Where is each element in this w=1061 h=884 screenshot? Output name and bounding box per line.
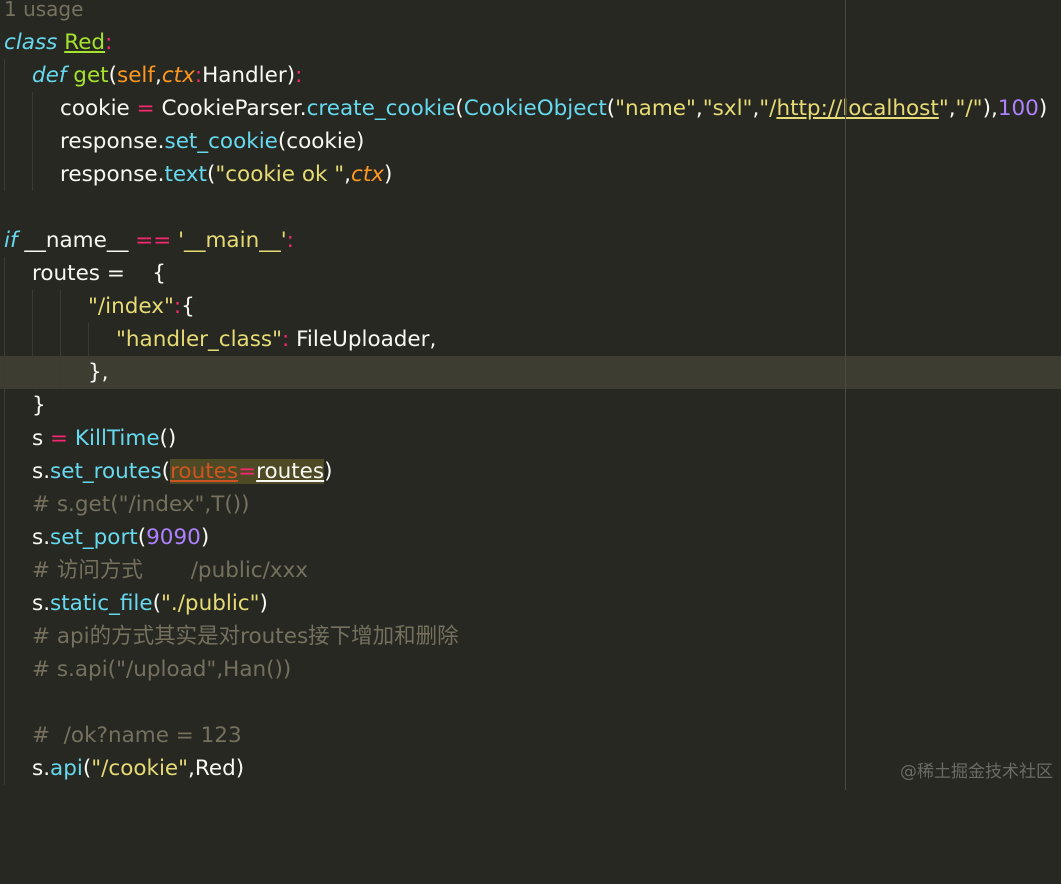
indent-guide — [4, 554, 5, 587]
indent-guide — [4, 356, 5, 389]
indent-guide — [32, 158, 33, 191]
code-line-22[interactable]: # /ok?name = 123 — [0, 719, 1061, 752]
keyword: if — [4, 228, 18, 253]
code-line-17[interactable]: # 访问方式 /public/xxx — [0, 554, 1061, 587]
indent-guide — [4, 653, 5, 686]
indent-guide — [32, 290, 33, 323]
indent-guide — [4, 620, 5, 653]
indent-guide — [4, 587, 5, 620]
code-line-10[interactable]: "handler_class": FileUploader, — [0, 323, 1061, 356]
code-line-15[interactable]: # s.get("/index",T()) — [0, 488, 1061, 521]
code-line-3[interactable]: cookie = CookieParser.create_cookie(Cook… — [0, 92, 1061, 125]
code-line-21[interactable] — [0, 686, 1061, 719]
indent-guide — [4, 323, 5, 356]
code-editor[interactable]: 1 usage class Red: def get(self,ctx:Hand… — [0, 0, 1061, 790]
code-line-2[interactable]: def get(self,ctx:Handler): — [0, 59, 1061, 92]
code-line-18[interactable]: s.static_file("./public") — [0, 587, 1061, 620]
right-margin-guide — [845, 0, 846, 790]
code-line-9[interactable]: "/index":{ — [0, 290, 1061, 323]
code-line-13[interactable]: s = KillTime() — [0, 422, 1061, 455]
class-name[interactable]: Red — [64, 30, 105, 55]
code-line-12[interactable]: } — [0, 389, 1061, 422]
code-line-4[interactable]: response.set_cookie(cookie) — [0, 125, 1061, 158]
code-line-19[interactable]: # api的方式其实是对routes接下增加和删除 — [0, 620, 1061, 653]
keyword: def — [32, 63, 67, 88]
indent-guide — [4, 158, 5, 191]
indent-guide — [4, 488, 5, 521]
indent-guide — [4, 389, 5, 422]
code-line-20[interactable]: # s.api("/upload",Han()) — [0, 653, 1061, 686]
indent-guide — [32, 356, 33, 389]
indent-guide — [4, 257, 5, 290]
indent-guide — [32, 92, 33, 125]
indent-guide — [4, 290, 5, 323]
function-name[interactable]: get — [73, 63, 108, 88]
indent-guide — [4, 752, 5, 785]
code-line-8[interactable]: routes = { — [0, 257, 1061, 290]
highlighted-argument[interactable]: routes=routes — [170, 459, 325, 484]
usage-hint-line: 1 usage — [0, 0, 1061, 26]
indent-guide — [32, 323, 33, 356]
indent-guide — [4, 686, 5, 719]
code-line-11-current[interactable]: }, — [0, 356, 1061, 389]
indent-guide — [4, 422, 5, 455]
code-line-1[interactable]: class Red: — [0, 26, 1061, 59]
indent-guide — [32, 125, 33, 158]
usage-hint[interactable]: 1 usage — [4, 0, 83, 26]
indent-guide — [4, 455, 5, 488]
indent-guide — [4, 719, 5, 752]
code-line-7[interactable]: if __name__ == '__main__': — [0, 224, 1061, 257]
indent-guide — [4, 125, 5, 158]
code-line-14[interactable]: s.set_routes(routes=routes) — [0, 455, 1061, 488]
indent-guide — [60, 356, 61, 389]
keyword: class — [4, 30, 58, 55]
url-link[interactable]: http://localhost — [776, 96, 938, 121]
indent-guide — [60, 323, 61, 356]
indent-guide — [4, 92, 5, 125]
code-line-16[interactable]: s.set_port(9090) — [0, 521, 1061, 554]
indent-guide — [60, 290, 61, 323]
watermark: @稀土掘金技术社区 — [900, 762, 1053, 782]
code-line-5[interactable]: response.text("cookie ok ",ctx) — [0, 158, 1061, 191]
indent-guide — [4, 521, 5, 554]
indent-guide — [88, 323, 89, 356]
indent-guide — [4, 59, 5, 92]
